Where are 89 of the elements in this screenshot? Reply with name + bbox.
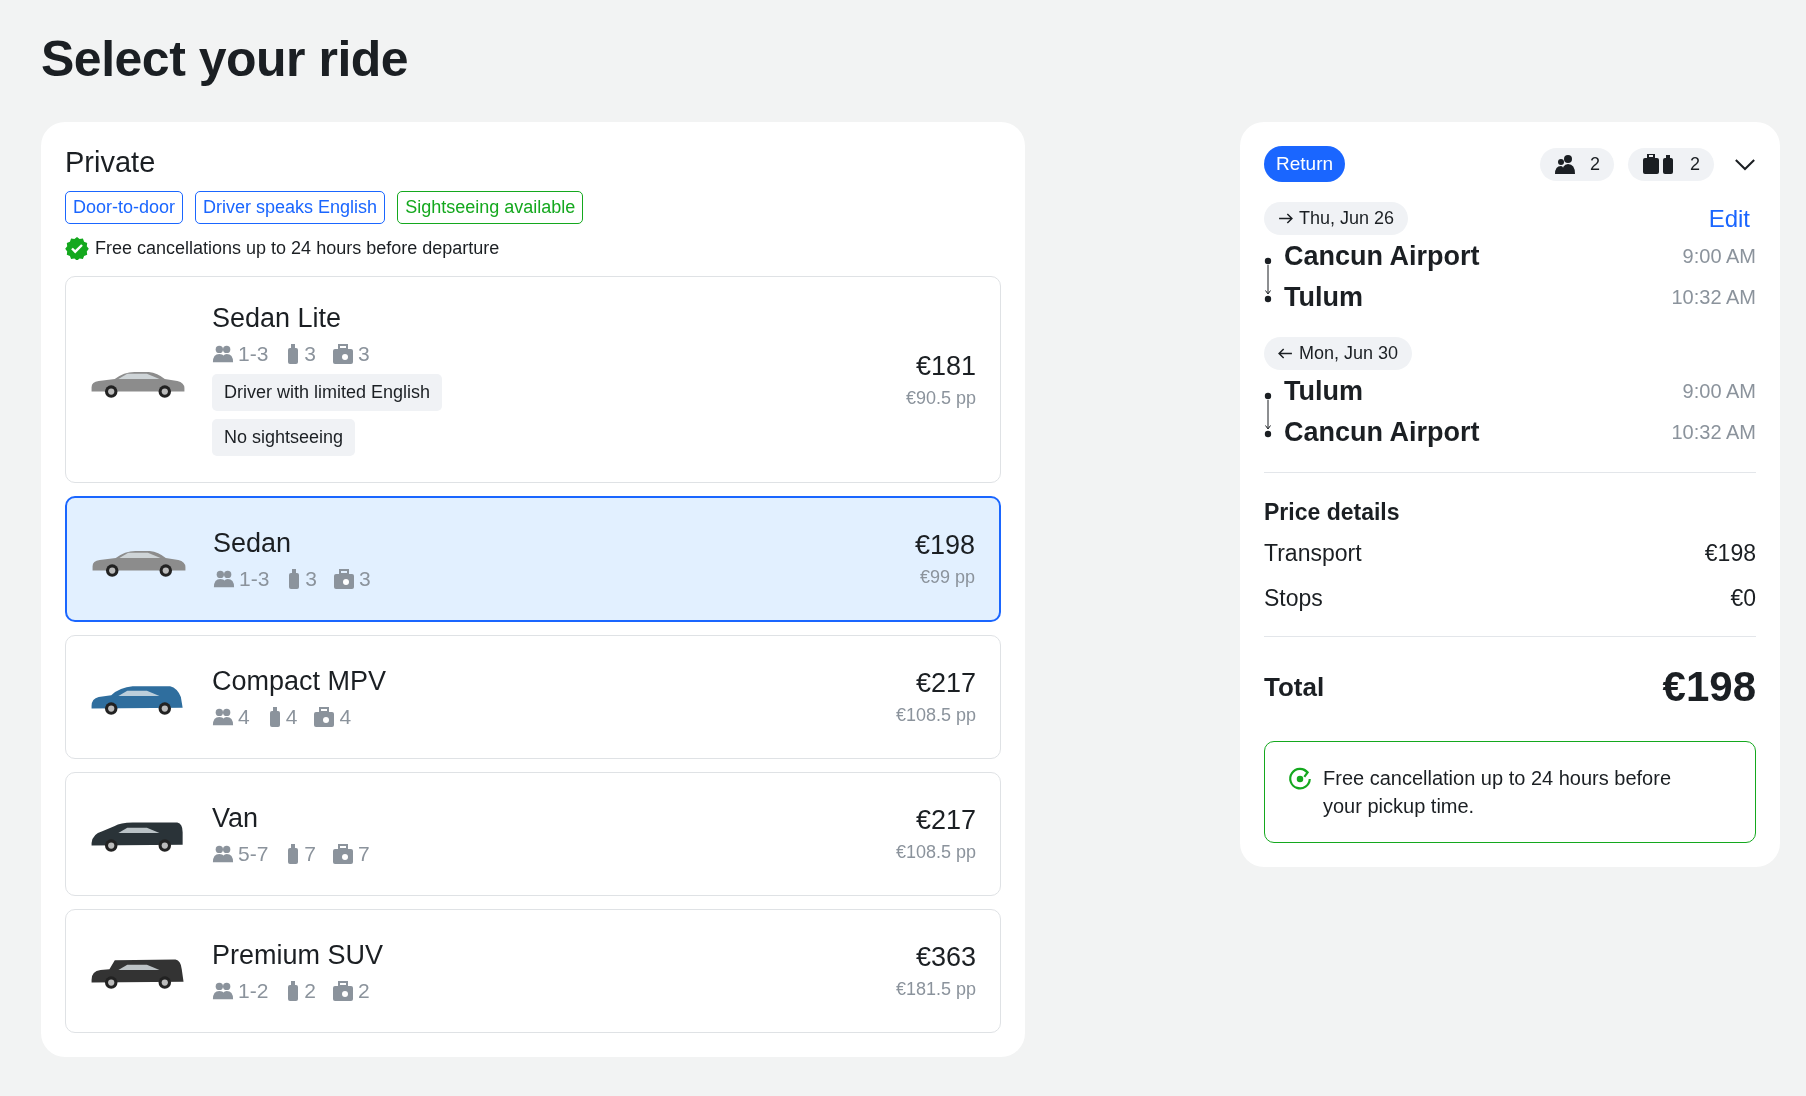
passenger-capacity: 1-3 (238, 342, 269, 366)
bag-capacity: 7 (304, 841, 317, 866)
vehicle-name: Van (212, 802, 259, 834)
vehicle-price: €181 (914, 350, 976, 382)
arrow-right-icon (1278, 213, 1293, 224)
section-title: Private (65, 146, 157, 179)
chevron-down-icon[interactable] (1734, 157, 1756, 171)
feature-tag: Door-to-door (65, 191, 184, 224)
stop-time: 9:00 AM (1682, 380, 1756, 403)
circular-arrow-icon (1287, 766, 1313, 792)
stop-name: Cancun Airport (1284, 417, 1480, 448)
luggage-capacity: 3 (358, 342, 370, 366)
price-details-title: Price details (1264, 499, 1401, 526)
vehicle-note: No sightseeing (212, 419, 356, 456)
suitcase-icon (267, 706, 282, 727)
route-line-icon (1264, 257, 1274, 303)
luggage-capacity: 4 (339, 704, 352, 729)
passenger-count[interactable]: 2 (1539, 147, 1614, 181)
suitcase-icon (286, 843, 301, 864)
stop-name: Tulum (1284, 376, 1363, 407)
passengers-icon (1553, 154, 1576, 174)
vehicle-option[interactable]: Compact MPV 4 4 4 €217 €108.5 pp (65, 635, 1001, 759)
cancellation-text: Free cancellation up to 24 hours before your pickup time. (1323, 766, 1672, 819)
trip-date: Thu, Jun 26 (1299, 208, 1395, 229)
bag-capacity: 3 (304, 342, 317, 366)
suitcase-icon (287, 568, 302, 589)
stop-name: Tulum (1284, 282, 1363, 313)
edit-link[interactable]: Edit (1708, 204, 1750, 233)
arrow-left-icon (1278, 348, 1293, 359)
luggage-icon (1642, 154, 1676, 174)
price-value: €198 (1704, 540, 1756, 567)
vehicle-option[interactable]: Sedan 1-3 3 3 €198 €99 pp (65, 496, 1001, 622)
vehicle-price: €217 (914, 805, 976, 836)
feature-tag: Driver speaks English (195, 191, 386, 224)
luggage-capacity: 3 (359, 566, 371, 591)
luggage-capacity: 2 (358, 978, 370, 1003)
passenger-capacity: 1-3 (239, 566, 270, 591)
stop-time: 9:00 AM (1682, 245, 1756, 268)
feature-tag: Sightseeing available (397, 191, 584, 224)
vehicle-option[interactable]: Van 5-7 7 7 €217 €108.5 pp (65, 772, 1001, 896)
passengers-icon (212, 344, 234, 364)
vehicle-option[interactable]: Premium SUV 1-2 2 2 €363 €181.5 pp (65, 909, 1001, 1033)
stop-name: Cancun Airport (1284, 241, 1480, 272)
trip-date: Mon, Jun 30 (1299, 343, 1399, 364)
bag-capacity: 4 (285, 704, 298, 729)
page-title: Select your ride (41, 30, 410, 88)
stop-time: 10:32 AM (1671, 286, 1756, 309)
price-label: Stops (1264, 585, 1323, 612)
briefcase-icon (332, 843, 355, 864)
briefcase-icon (332, 344, 355, 364)
passengers-icon (212, 980, 234, 1001)
briefcase-icon (313, 706, 336, 727)
stop-time: 10:32 AM (1671, 421, 1756, 444)
price-value: €0 (1730, 585, 1756, 612)
luggage-capacity: 7 (358, 841, 370, 866)
passengers-icon (213, 568, 235, 589)
luggage-count[interactable]: 2 (1628, 147, 1714, 181)
vehicle-price: €217 (914, 668, 976, 699)
vehicle-name: Sedan Lite (212, 303, 342, 334)
bag-capacity: 3 (305, 566, 318, 591)
price-per-person: €99 pp (918, 567, 975, 588)
price-per-person: €90.5 pp (905, 387, 976, 409)
vehicle-name: Premium SUV (212, 939, 384, 971)
briefcase-icon (333, 568, 356, 589)
passenger-capacity: 4 (238, 704, 250, 729)
price-per-person: €108.5 pp (895, 842, 976, 863)
suitcase-icon (286, 344, 301, 364)
vehicle-price: €363 (914, 942, 976, 973)
passenger-capacity: 1-2 (238, 978, 269, 1003)
price-label: Transport (1264, 540, 1362, 567)
vehicle-option[interactable]: Sedan Lite 1-3 3 3 Driver with limited English No sightseeing €181 €90.5 pp (65, 276, 1001, 483)
vehicle-note: Driver with limited English (212, 374, 443, 411)
total-label: Total (1264, 671, 1325, 703)
total-price: €198 (1662, 663, 1756, 711)
vehicle-name: Compact MPV (212, 665, 387, 697)
vehicle-name: Sedan (213, 527, 292, 559)
vehicle-price: €198 (914, 530, 975, 561)
price-per-person: €108.5 pp (895, 705, 976, 726)
suitcase-icon (286, 980, 301, 1001)
passengers-icon (212, 843, 234, 864)
trip-type-badge: Return (1264, 146, 1346, 182)
passenger-capacity: 5-7 (238, 841, 269, 866)
price-per-person: €181.5 pp (895, 979, 976, 1000)
bag-capacity: 2 (304, 978, 317, 1003)
route-line-icon (1264, 392, 1274, 438)
briefcase-icon (332, 980, 355, 1001)
verified-check-icon (65, 236, 89, 260)
cancellation-notice: Free cancellations up to 24 hours before departure (95, 237, 500, 259)
passengers-icon (212, 706, 234, 727)
